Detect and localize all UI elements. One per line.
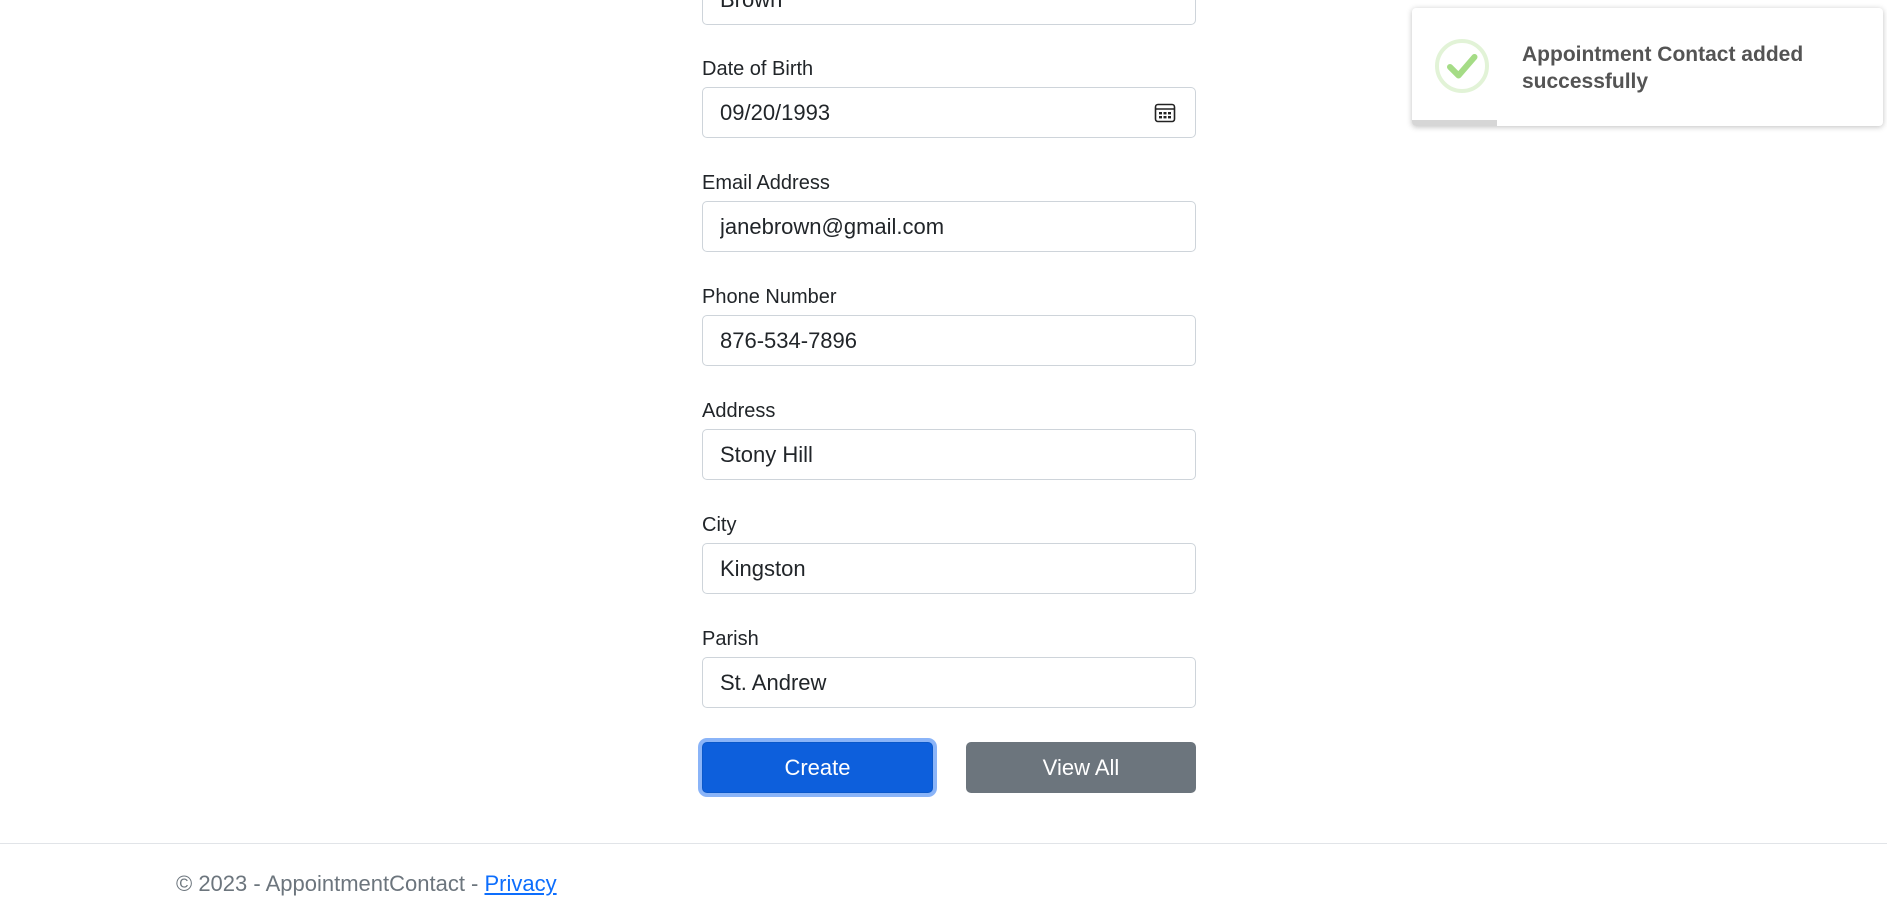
- create-button[interactable]: Create: [702, 742, 933, 793]
- phone-input[interactable]: [702, 315, 1196, 366]
- phone-label: Phone Number: [702, 286, 837, 308]
- city-input[interactable]: [702, 543, 1196, 594]
- city-label: City: [702, 514, 737, 536]
- success-toast[interactable]: Appointment Contact added successfully: [1412, 8, 1883, 126]
- dob-field-wrap: [702, 87, 1196, 138]
- calendar-icon[interactable]: [1154, 102, 1176, 124]
- address-input[interactable]: [702, 429, 1196, 480]
- toast-message: Appointment Contact added successfully: [1522, 43, 1804, 93]
- email-input[interactable]: [702, 201, 1196, 252]
- toast-progress-bar: [1412, 120, 1497, 126]
- footer-divider: [0, 843, 1887, 844]
- dob-input[interactable]: [702, 87, 1196, 138]
- dob-label: Date of Birth: [702, 58, 814, 80]
- parish-input[interactable]: [702, 657, 1196, 708]
- address-label: Address: [702, 400, 776, 422]
- email-label: Email Address: [702, 172, 830, 194]
- privacy-link[interactable]: Privacy: [485, 871, 557, 896]
- view-all-button[interactable]: View All: [966, 742, 1196, 793]
- footer-copyright: © 2023 - AppointmentContact -: [176, 871, 485, 896]
- parish-label: Parish: [702, 628, 759, 650]
- last-name-input[interactable]: [702, 0, 1196, 25]
- footer: © 2023 - AppointmentContact - Privacy: [176, 871, 557, 897]
- check-circle-icon: [1435, 39, 1489, 93]
